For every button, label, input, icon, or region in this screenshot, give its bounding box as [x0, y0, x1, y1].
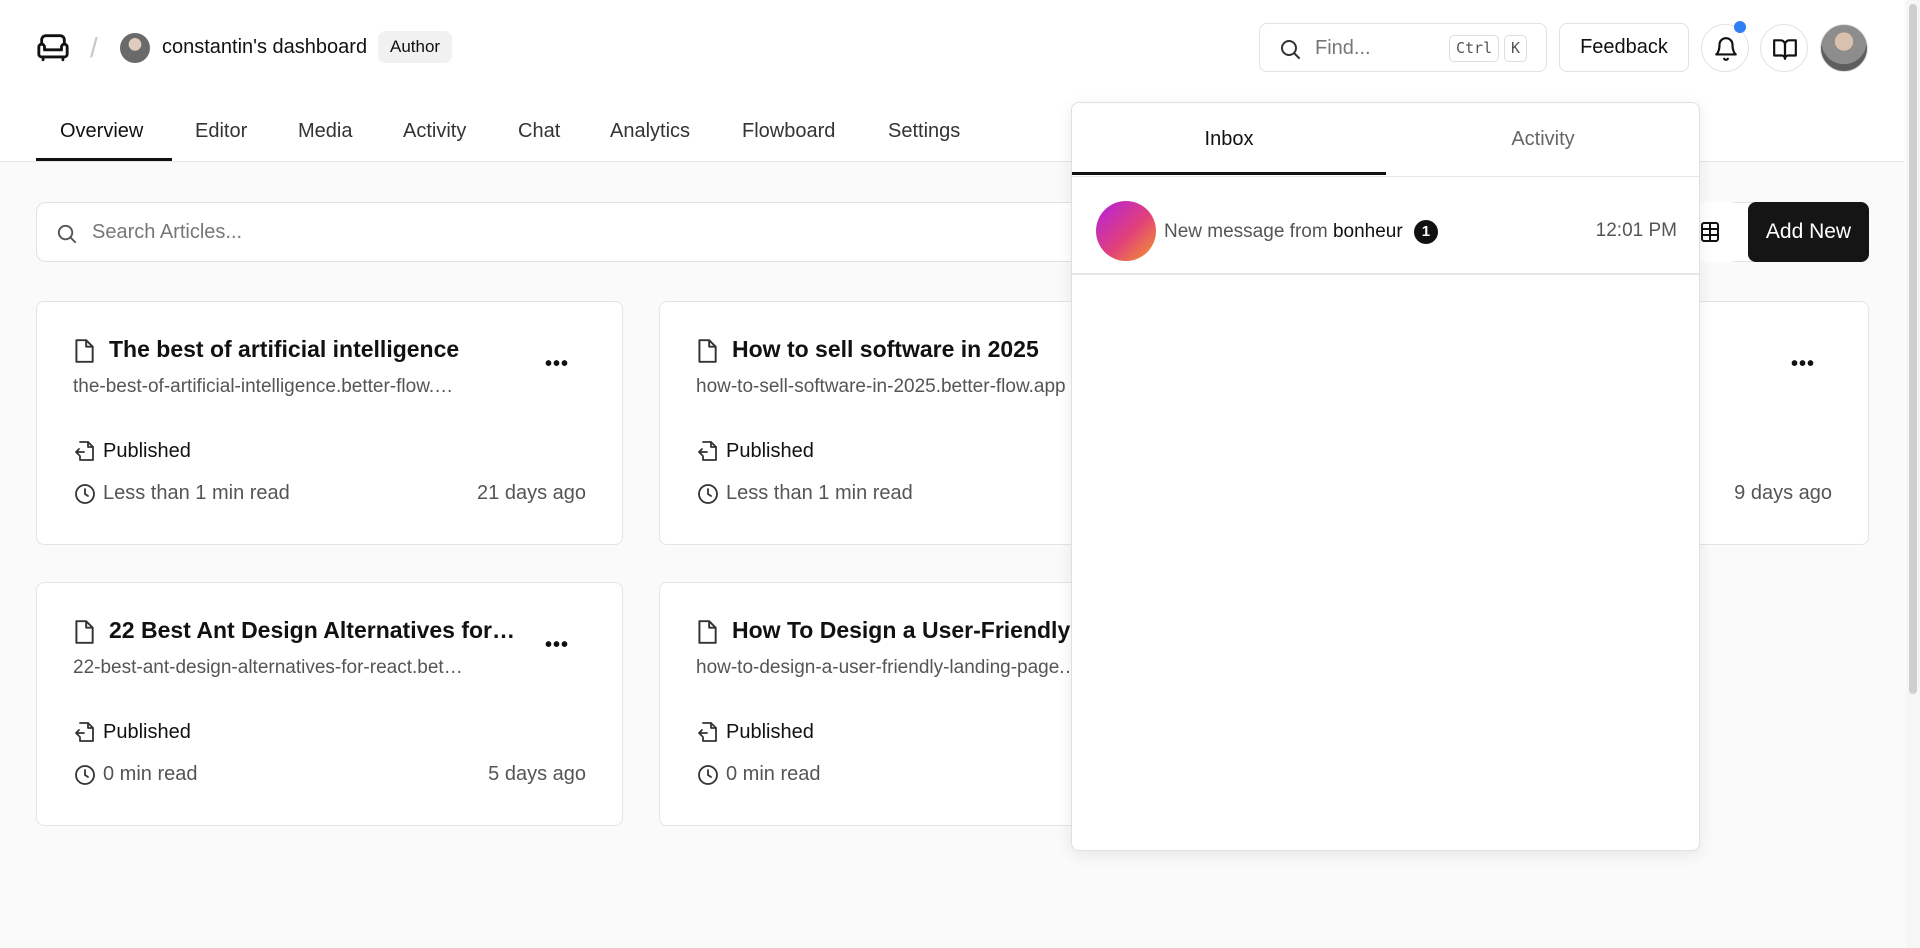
published-icon [75, 441, 94, 461]
article-status: Published [103, 721, 191, 743]
article-slug: how-to-design-a-user-friendly-landing-pa… [696, 657, 1086, 678]
article-card[interactable]: The best of artificial intelligence the-… [36, 301, 623, 545]
article-age: 9 days ago [1734, 482, 1832, 504]
search-icon [57, 224, 77, 244]
docs-button[interactable] [1760, 24, 1808, 72]
clock-icon [698, 484, 718, 504]
sender-avatar [1096, 201, 1156, 261]
notification-text: New message from bonheur 1 [1164, 220, 1438, 244]
message-count-badge: 1 [1413, 220, 1438, 244]
tab-flowboard[interactable]: Flowboard [742, 120, 835, 143]
find-placeholder: Find... [1315, 37, 1371, 59]
open-book-icon [1773, 39, 1797, 60]
inbox-tray-icon[interactable] [36, 30, 70, 64]
clock-icon [698, 765, 718, 785]
notification-dot [1734, 21, 1746, 33]
document-icon [698, 620, 717, 644]
read-time: Less than 1 min read [103, 482, 290, 504]
table-view-icon [1701, 222, 1719, 242]
search-placeholder: Search Articles... [92, 221, 243, 243]
article-title[interactable]: The best of artificial intelligence [109, 336, 499, 363]
top-header: / constantin's dashboard Author Find... … [0, 0, 1904, 96]
active-tab-indicator [36, 158, 172, 161]
user-avatar[interactable] [1820, 24, 1868, 72]
notification-prefix: New message from [1164, 221, 1328, 242]
document-icon [75, 339, 94, 363]
shortcut-ctrl-key: Ctrl [1449, 35, 1500, 62]
bell-icon [1715, 37, 1737, 61]
article-status: Published [103, 440, 191, 462]
article-age: 5 days ago [488, 763, 586, 785]
notification-item[interactable]: New message from bonheur 1 12:01 PM [1072, 177, 1699, 275]
tab-settings[interactable]: Settings [888, 120, 960, 143]
read-time: 0 min read [726, 763, 821, 785]
page-scrollbar[interactable] [1906, 0, 1920, 948]
more-options-button[interactable]: ••• [545, 354, 569, 374]
tab-editor[interactable]: Editor [195, 120, 247, 143]
feedback-button[interactable]: Feedback [1559, 23, 1689, 72]
more-options-button[interactable]: ••• [545, 635, 569, 655]
article-slug: the-best-of-artificial-intelligence.bett… [73, 376, 463, 397]
published-icon [75, 722, 94, 742]
tab-inbox[interactable]: Inbox [1072, 103, 1386, 175]
search-icon [1281, 40, 1300, 59]
notifications-popover: Inbox Activity New message from bonheur … [1071, 102, 1700, 851]
role-badge: Author [378, 31, 453, 63]
add-new-button[interactable]: Add New [1748, 202, 1869, 262]
article-status: Published [726, 721, 814, 743]
tab-activity[interactable]: Activity [403, 120, 466, 143]
shortcut-k-key: K [1504, 35, 1528, 62]
article-age: 21 days ago [477, 482, 586, 504]
document-icon [75, 620, 94, 644]
scrollbar-thumb[interactable] [1909, 4, 1917, 694]
article-title[interactable]: How to sell software in 2025 [732, 336, 1122, 363]
article-slug: 22-best-ant-design-alternatives-for-reac… [73, 657, 463, 678]
published-icon [698, 722, 717, 742]
more-options-button[interactable]: ••• [1791, 354, 1815, 374]
published-icon [698, 441, 717, 461]
read-time: 0 min read [103, 763, 198, 785]
workspace-name[interactable]: constantin's dashboard [162, 36, 367, 59]
notification-time: 12:01 PM [1595, 220, 1677, 241]
tab-analytics[interactable]: Analytics [610, 120, 690, 143]
article-card[interactable]: 22 Best Ant Design Alternatives for Reac… [36, 582, 623, 826]
clock-icon [75, 484, 95, 504]
breadcrumb-separator: / [90, 32, 98, 63]
find-button[interactable]: Find... Ctrl K [1259, 23, 1547, 72]
clock-icon [75, 765, 95, 785]
tab-chat[interactable]: Chat [518, 120, 560, 143]
article-status: Published [726, 440, 814, 462]
article-slug: how-to-sell-software-in-2025.better-flow… [696, 376, 1066, 397]
read-time: Less than 1 min read [726, 482, 913, 504]
article-title[interactable]: 22 Best Ant Design Alternatives for Reac… [109, 617, 519, 644]
tab-overview[interactable]: Overview [60, 120, 143, 143]
tab-activity[interactable]: Activity [1386, 103, 1699, 175]
workspace-avatar[interactable] [120, 33, 150, 63]
document-icon [698, 339, 717, 363]
notification-sender: bonheur [1332, 221, 1403, 242]
tab-media[interactable]: Media [298, 120, 352, 143]
